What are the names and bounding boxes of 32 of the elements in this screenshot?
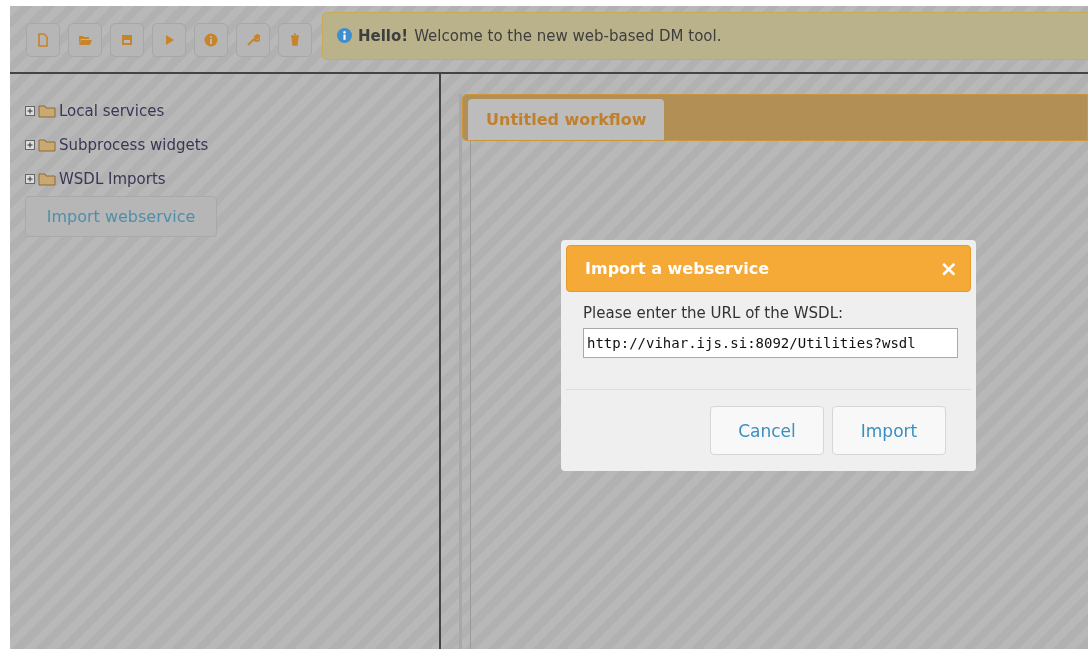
toolbar-button[interactable] bbox=[152, 22, 186, 57]
expand-icon[interactable] bbox=[25, 139, 36, 151]
import-webservice-button[interactable]: Import webservice bbox=[25, 196, 217, 237]
toolbar-button[interactable] bbox=[26, 22, 60, 57]
wrench-icon bbox=[246, 32, 260, 47]
info-icon bbox=[204, 32, 218, 47]
cancel-button[interactable]: Cancel bbox=[710, 406, 824, 455]
import-button[interactable]: Import bbox=[832, 406, 946, 455]
tree-item[interactable]: WSDL Imports bbox=[59, 170, 166, 188]
url-prompt: Please enter the URL of the WSDL: bbox=[583, 304, 845, 322]
dialog-title: Import a webservice bbox=[585, 259, 770, 278]
trash-icon bbox=[288, 32, 302, 47]
folder-icon bbox=[38, 138, 56, 152]
alert-title: Hello! bbox=[358, 26, 409, 45]
toolbar-button[interactable] bbox=[236, 22, 270, 57]
document-icon bbox=[36, 32, 50, 47]
folder-icon bbox=[38, 172, 56, 186]
tree-item[interactable]: Local services bbox=[59, 102, 165, 120]
toolbar-button[interactable] bbox=[110, 22, 144, 57]
alert-message: Welcome to the new web-based DM tool. bbox=[414, 26, 722, 45]
expand-icon[interactable] bbox=[25, 173, 36, 185]
url-field[interactable]: http://vihar.ijs.si:8092/Utilities?wsdl bbox=[583, 328, 958, 358]
toolbar-button[interactable] bbox=[194, 22, 228, 57]
toolbar-button[interactable] bbox=[68, 22, 102, 57]
tree-item[interactable]: Subprocess widgets bbox=[59, 136, 209, 154]
expand-icon[interactable] bbox=[25, 105, 36, 117]
info-icon bbox=[337, 28, 352, 43]
close-button[interactable]: × bbox=[939, 257, 958, 280]
save-icon bbox=[120, 32, 134, 47]
toolbar-button[interactable] bbox=[278, 22, 312, 57]
folder-icon bbox=[38, 104, 56, 118]
workflow-tab[interactable]: Untitled workflow bbox=[468, 99, 665, 140]
